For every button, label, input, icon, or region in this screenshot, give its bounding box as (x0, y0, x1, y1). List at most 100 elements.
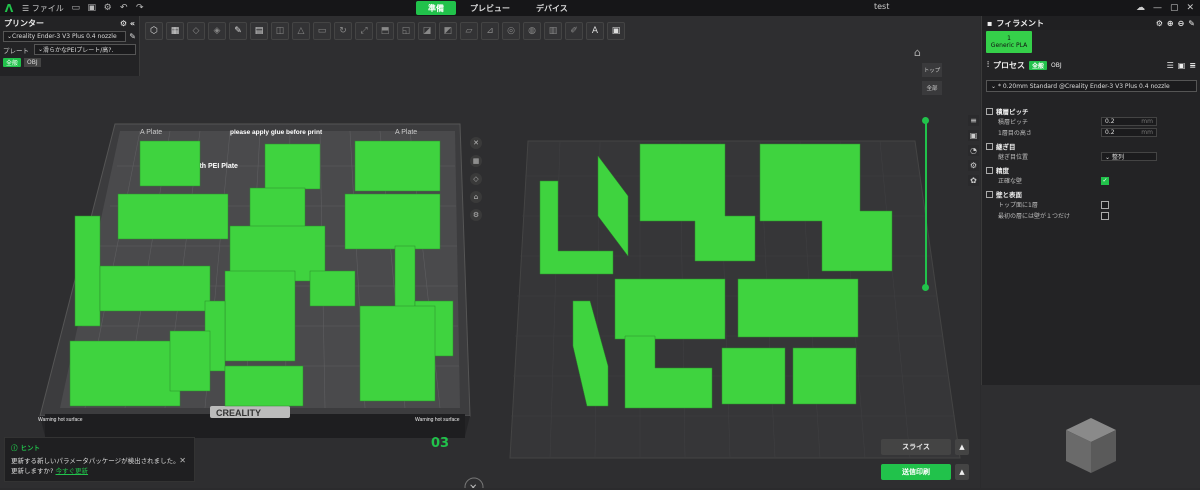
add-plate-icon[interactable]: ▦ (166, 22, 184, 40)
move-icon[interactable]: ▭ (313, 22, 331, 40)
slice-options-button[interactable]: ▲ (955, 439, 969, 455)
emboss-icon[interactable]: ◍ (523, 22, 541, 40)
slice-button[interactable]: スライス (881, 439, 951, 455)
plate-arrange-icon[interactable]: ▦ (470, 155, 482, 167)
plate-orient-icon[interactable]: ◇ (470, 173, 482, 185)
printer-select[interactable]: ⌄ Creality Ender-3 V3 Plus 0.4 nozzle (3, 31, 127, 42)
scale-icon[interactable]: ⤢ (355, 22, 373, 40)
process-save-icon[interactable]: ▣ (1178, 61, 1186, 70)
process-preset-select[interactable]: ⌄ * 0.20mm Standard @Creality Ender-3 V3… (986, 80, 1197, 92)
badge-obj[interactable]: OBJ (24, 58, 41, 67)
layer-slider[interactable] (925, 120, 927, 288)
section-layer-pitch: 積層ピッチ (996, 108, 1029, 116)
walls-section-icon (986, 190, 993, 198)
seam-paint-icon[interactable]: ◩ (439, 22, 457, 40)
section-accuracy: 精度 (996, 167, 1009, 175)
top-one-wall-checkbox[interactable] (1101, 200, 1109, 209)
navigation-cube[interactable] (981, 385, 1200, 488)
support-paint-icon[interactable]: ◪ (418, 22, 436, 40)
filament-name: Generic PLA (990, 42, 1028, 49)
process-preset-value: * 0.20mm Standard @Creality Ender-3 V3 P… (997, 82, 1170, 90)
first-layer-unit: mm (1141, 129, 1153, 136)
navigation-cube-area[interactable] (981, 385, 1200, 488)
assemble-icon[interactable]: ◎ (502, 22, 520, 40)
printer-settings-icon[interactable]: ⚙ (120, 19, 127, 28)
layer-section-icon (986, 107, 993, 115)
maximize-icon[interactable]: ▢ (1170, 3, 1179, 13)
text-icon[interactable]: A (586, 22, 604, 40)
open-folder-icon[interactable]: ▭ (68, 0, 84, 16)
close-icon[interactable]: ✕ (1186, 3, 1194, 13)
arrange-icon[interactable]: ◈ (208, 22, 226, 40)
filament-remove-icon[interactable]: ⊖ (1178, 19, 1185, 28)
layer-height-input[interactable]: 0.2 mm (1101, 117, 1157, 126)
tab-device[interactable]: デバイス (524, 1, 580, 15)
first-layer-input[interactable]: 0.2 mm (1101, 128, 1157, 137)
filament-add-icon[interactable]: ⊕ (1167, 19, 1174, 28)
support-icon[interactable]: ⚙ (968, 160, 979, 171)
save-icon[interactable]: ▣ (84, 0, 100, 16)
layer-icon[interactable]: △ (292, 22, 310, 40)
file-menu[interactable]: ☰ ファイル (18, 0, 68, 16)
filament-icon: ▪ (987, 18, 993, 28)
plate-settings-icon[interactable]: ⚙ (470, 209, 482, 221)
filament-slot[interactable]: 1 Generic PLA (986, 31, 1032, 53)
seam-position-select[interactable]: ⌄ 整列 (1101, 152, 1157, 161)
update-now-link[interactable]: 今すぐ更新 (56, 467, 89, 475)
layer-slider-top-handle[interactable] (922, 117, 929, 124)
update-notification: ⓘ ヒント 更新する新しいパラメータパッケージが検出されました。 更新しますか? … (4, 437, 195, 482)
process-badge-all[interactable]: 全般 (1029, 60, 1048, 70)
quality-icon[interactable]: ≡ (968, 115, 979, 126)
print-button[interactable]: 送信印刷 (881, 464, 951, 480)
delete-plate-icon[interactable]: ✕ (470, 137, 482, 149)
cut-icon[interactable]: ◫ (271, 22, 289, 40)
cloud-upload-icon[interactable]: ☁ (1136, 3, 1145, 13)
split-icon[interactable]: ▤ (250, 22, 268, 40)
collapse-icon[interactable]: « (130, 19, 135, 28)
main-tabs: 準備 プレビュー デバイス (416, 1, 580, 15)
edit-icon[interactable]: ✎ (129, 32, 136, 41)
view-all-button[interactable]: 全部 (922, 81, 942, 95)
cut-tool-icon[interactable]: ◱ (397, 22, 415, 40)
boolean-icon[interactable]: ▱ (460, 22, 478, 40)
view-buttons: トップ 全部 (922, 63, 942, 95)
others-icon[interactable]: ✿ (968, 175, 979, 186)
measure-icon[interactable]: ⊿ (481, 22, 499, 40)
tab-prepare[interactable]: 準備 (416, 1, 456, 15)
hint-title: ヒント (20, 444, 41, 452)
view-top-button[interactable]: トップ (922, 63, 942, 77)
mesh-icon[interactable]: ▥ (544, 22, 562, 40)
filament-edit-icon[interactable]: ✎ (1188, 19, 1195, 28)
build-plate-view[interactable]: A Plate please apply glue before print A… (0, 16, 980, 488)
grid-icon[interactable]: ▣ (607, 22, 625, 40)
home-icon[interactable]: ⌂ (914, 46, 921, 59)
precise-wall-checkbox[interactable]: ✓ (1101, 176, 1109, 185)
rotate-icon[interactable]: ↻ (334, 22, 352, 40)
plate-lock-icon[interactable]: ⌂ (470, 191, 482, 203)
speed-icon[interactable]: ◔ (968, 145, 979, 156)
process-badge-obj[interactable]: OBJ (1051, 62, 1062, 69)
plate-label: please apply glue before print (230, 129, 323, 136)
lay-flat-icon[interactable]: ⬒ (376, 22, 394, 40)
plate-tools: ✕ ▦ ◇ ⌂ ⚙ (470, 137, 482, 221)
add-cube-icon[interactable]: ⬡ (145, 22, 163, 40)
settings-gear-icon[interactable]: ⚙ (100, 0, 116, 16)
strength-icon[interactable]: ▣ (968, 130, 979, 141)
process-compare-icon[interactable]: ☰ (1167, 61, 1174, 70)
hint-close-icon[interactable]: ✕ (179, 456, 186, 465)
process-menu-icon[interactable]: ≡ (1189, 61, 1196, 70)
redo-icon[interactable]: ↷ (132, 0, 148, 16)
filament-settings-icon[interactable]: ⚙ (1156, 19, 1163, 28)
first-one-wall-checkbox[interactable] (1101, 211, 1109, 220)
main-toolbar: ⬡ ▦ ◇ ◈ ✎ ▤ ◫ △ ▭ ↻ ⤢ ⬒ ◱ ◪ ◩ ▱ ⊿ ◎ ◍ ▥ … (145, 20, 625, 42)
plate-type-select[interactable]: ⌄ 滑らかなPEIプレート/高?. (34, 44, 136, 55)
auto-orient-icon[interactable]: ✎ (229, 22, 247, 40)
badge-all[interactable]: 全般 (3, 58, 22, 67)
tab-preview[interactable]: プレビュー (458, 1, 522, 15)
orient-icon[interactable]: ◇ (187, 22, 205, 40)
layer-slider-bottom-handle[interactable] (922, 284, 929, 291)
print-options-button[interactable]: ▲ (955, 464, 969, 480)
paint-icon[interactable]: ✐ (565, 22, 583, 40)
undo-icon[interactable]: ↶ (116, 0, 132, 16)
minimize-icon[interactable]: — (1153, 3, 1162, 13)
